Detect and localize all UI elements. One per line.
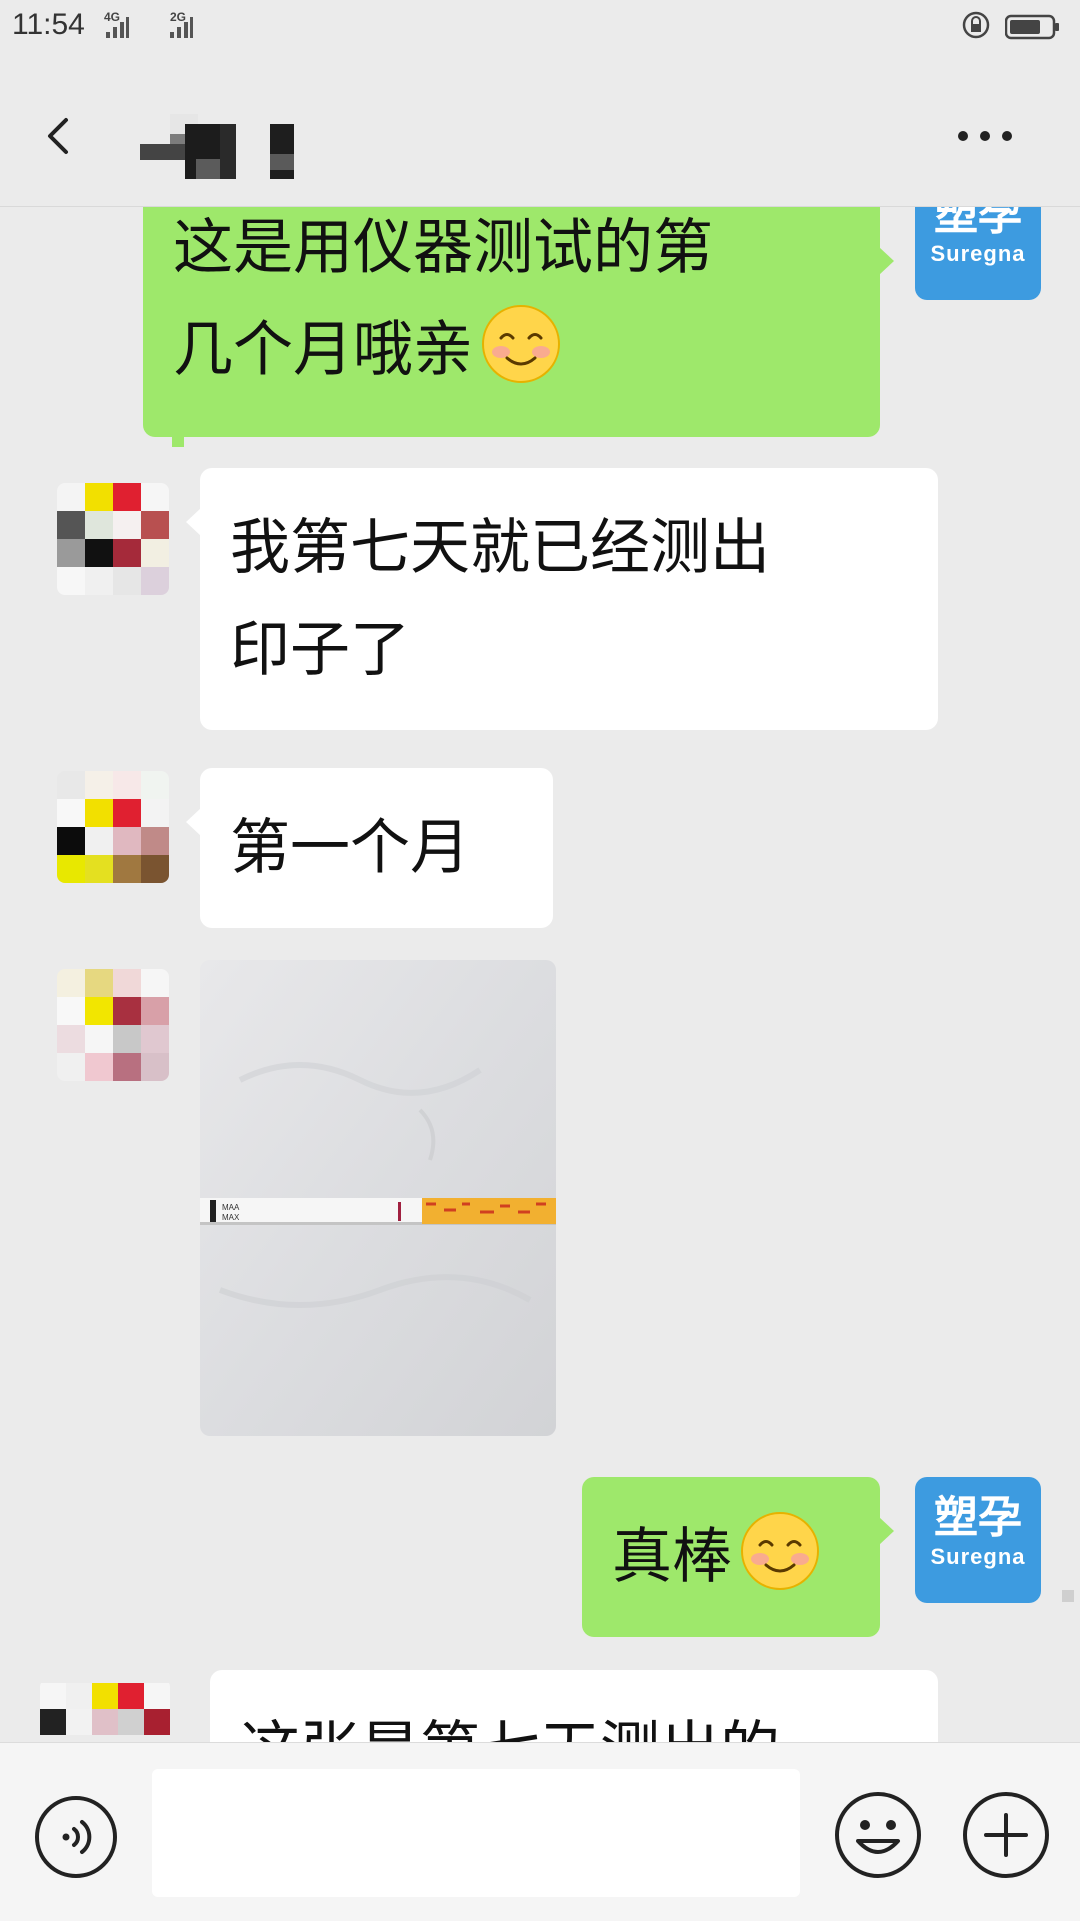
message-bubble-received[interactable]: 我第七天就已经测出 印子了: [186, 468, 938, 730]
more-dots-icon[interactable]: [955, 124, 1015, 148]
bubble-tail: [879, 1517, 894, 1545]
bubble-tail: [186, 508, 201, 536]
message-bubble-received[interactable]: 这张是第七天测出的: [210, 1670, 938, 1742]
message-bubble-received[interactable]: 第一个月: [186, 768, 553, 928]
emoji-face-icon[interactable]: [832, 1789, 924, 1881]
message-bubble-sent[interactable]: 真棒: [582, 1477, 894, 1637]
avatar[interactable]: 塑孕 Suregna: [915, 1477, 1041, 1603]
plus-circle-icon[interactable]: [960, 1789, 1052, 1881]
bubble-edge-mark: [172, 435, 184, 447]
avatar[interactable]: [40, 1679, 170, 1742]
chat-message-list[interactable]: 这是用仪器测试的第 几个月哦亲 塑孕 Suregna 我第七天就已经测出 印子了: [0, 207, 1080, 1742]
smile-emoji-icon: [741, 1512, 819, 1590]
avatar[interactable]: [57, 483, 169, 595]
message-status-dot: [1062, 1590, 1074, 1602]
chevron-left-icon[interactable]: [36, 112, 84, 160]
message-text-input[interactable]: [152, 1769, 800, 1897]
message-input-bar: [0, 1742, 1080, 1921]
contact-name-pixelated: [140, 114, 294, 179]
signal-icon-2: [170, 17, 193, 38]
battery-icon: [1005, 14, 1059, 40]
smile-emoji-icon: [482, 305, 560, 383]
brand-logo-english: Suregna: [930, 1544, 1026, 1569]
bubble-tail: [879, 247, 894, 275]
bubble-tail: [186, 808, 201, 836]
chat-header: [0, 54, 1080, 207]
message-text-line: 真棒: [612, 1522, 732, 1592]
brand-logo-chinese: 塑孕: [934, 207, 1022, 240]
voice-icon[interactable]: [32, 1793, 120, 1881]
status-time: 11:54: [12, 8, 85, 41]
message-text-line: 这张是第七天测出的: [240, 1699, 938, 1742]
message-text-line: 第一个月: [230, 813, 470, 883]
ovulation-test-strip-photo[interactable]: MAA MAX: [200, 960, 556, 1436]
message-text-line: 我第七天就已经测出: [230, 513, 770, 583]
avatar[interactable]: [57, 771, 169, 883]
signal-icon-1: [106, 17, 129, 38]
strip-label-maa: MAA: [222, 1203, 240, 1212]
message-text-line: 这是用仪器测试的第: [173, 213, 713, 283]
message-text-line: 印子了: [230, 615, 410, 685]
rotation-lock-icon: [962, 11, 990, 39]
brand-logo-chinese: 塑孕: [934, 1492, 1022, 1543]
strip-label-max: MAX: [222, 1213, 240, 1222]
avatar[interactable]: [57, 969, 169, 1081]
message-bubble-sent[interactable]: 这是用仪器测试的第 几个月哦亲: [143, 207, 894, 437]
brand-logo-english: Suregna: [930, 241, 1026, 266]
status-bar: 11:54 4G 2G: [0, 0, 1080, 54]
avatar[interactable]: 塑孕 Suregna: [915, 207, 1041, 300]
message-text-line: 几个月哦亲: [173, 299, 880, 401]
